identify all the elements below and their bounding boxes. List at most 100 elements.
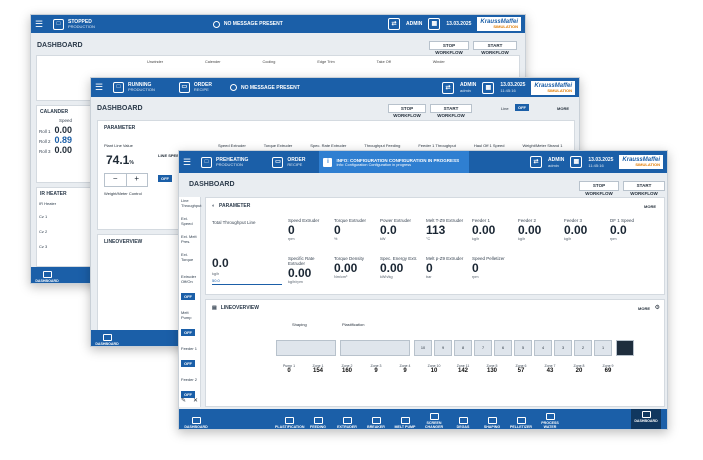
close-icon[interactable]: ✕ <box>193 397 198 404</box>
refresh-icon[interactable]: ⇄ <box>442 81 454 94</box>
kpi-tile[interactable]: Feeder 3 0.00 kg/h <box>564 218 608 252</box>
user-name[interactable]: ADMIN <box>406 21 422 27</box>
nav-dashboard-right[interactable]: DASHBOARD <box>631 409 661 429</box>
message-area[interactable]: NO MESSAGE PRESENT <box>229 84 300 91</box>
kpi-tile[interactable]: Torque Density 0.00 Nm/cm³ <box>334 256 378 290</box>
stop-workflow-button[interactable]: STOP WORKFLOW <box>429 41 469 55</box>
barrel-segment[interactable]: 2 <box>574 340 592 356</box>
kpi-tile[interactable]: Melt T-Z9 Extruder 113 °C <box>426 218 470 252</box>
barrel-segment[interactable]: 6 <box>494 340 512 356</box>
nav-item[interactable]: SHAPING <box>478 415 506 429</box>
sidebar-item[interactable]: Feeder 1 <box>179 345 200 352</box>
line-item-calender[interactable]: Calender <box>205 60 220 64</box>
info-banner[interactable]: i INFO: CONFIGURATION CONFIGURATION IN P… <box>319 151 470 173</box>
barrel-segment[interactable]: 5 <box>514 340 532 356</box>
nav-item[interactable]: SCREEN CHANGER <box>420 411 448 429</box>
machine-state[interactable]: □ STOPPED PRODUCTION <box>53 18 95 30</box>
kpi-tile[interactable]: DF 1 Speed 0.0 rpm <box>610 218 654 252</box>
start-workflow-button[interactable]: START WORKFLOW <box>430 104 472 118</box>
barrel-segment[interactable]: 4 <box>534 340 552 356</box>
decrease-button[interactable]: − <box>105 174 126 186</box>
kpi-tile[interactable]: Torque Extruder 0% <box>334 218 378 252</box>
nav-item[interactable]: DEGAS <box>449 415 477 429</box>
barrel-segment[interactable]: 3 <box>554 340 572 356</box>
zone-value[interactable]: Pump 10 <box>276 364 302 374</box>
zone-value[interactable]: Zone 39 <box>363 364 389 374</box>
zone-value[interactable]: Zone 10 10 <box>421 364 447 374</box>
zone-value[interactable]: Zone 49 <box>392 364 418 374</box>
nav-dashboard[interactable]: DASHBOARD <box>35 269 59 283</box>
kpi-tile[interactable]: Feeder 1 0.00 kg/h <box>472 218 516 252</box>
barrel-segment[interactable]: 9 <box>434 340 452 356</box>
nav-item[interactable]: PELLETIZER <box>507 415 535 429</box>
machine-state[interactable]: □ PREHEATING PRODUCTION <box>201 156 248 168</box>
nav-item[interactable]: PLASTIFICATION <box>275 415 304 429</box>
barrel-segment[interactable]: 10 <box>414 340 432 356</box>
nav-item[interactable]: MELT PUMP <box>391 415 419 429</box>
kpi-tile[interactable]: Power Extruder 0.0 kW <box>380 218 424 252</box>
barrel-segment[interactable]: 7 <box>474 340 492 356</box>
menu-icon[interactable]: ☰ <box>31 19 47 30</box>
more-link[interactable]: MORE <box>557 106 569 111</box>
nav-item[interactable]: BREAKER <box>362 415 390 429</box>
total-throughput-setpoint[interactable]: 50.0 <box>212 278 282 285</box>
line-item-edge-trim[interactable]: Edge Trim <box>317 60 334 64</box>
kpi-tile[interactable]: Speed Extruder 0 rpm <box>288 218 332 252</box>
barrel-segment[interactable]: 8 <box>454 340 472 356</box>
line-toggle[interactable]: OFF <box>515 104 529 111</box>
refresh-icon[interactable]: ⇄ <box>388 18 400 30</box>
zone-value[interactable]: Zone 11 142 <box>450 364 476 374</box>
kpi-tile[interactable]: Speed Pelletizer 0 rpm <box>472 256 516 290</box>
start-workflow-button[interactable]: START WORKFLOW <box>623 181 665 196</box>
increase-button[interactable]: + <box>125 174 148 186</box>
zone-value[interactable]: Zone 2 160 <box>334 364 360 374</box>
message-area[interactable]: NO MESSAGE PRESENT <box>212 20 283 28</box>
zone-value[interactable]: Zone 1 154 <box>305 364 331 374</box>
zone-value[interactable]: Zone 9 69 <box>595 364 621 374</box>
zone-value[interactable]: Zone 8 20 <box>566 364 592 374</box>
feeder1-toggle[interactable]: OFF <box>181 360 195 367</box>
extruder-toggle[interactable]: OFF <box>181 293 195 300</box>
nav-item[interactable]: FEEDING <box>304 415 332 429</box>
nav-dashboard[interactable]: DASHBOARD <box>183 415 209 429</box>
settings-icon[interactable]: ⚙ <box>655 304 660 311</box>
line-speed-toggle[interactable]: OFF <box>158 175 172 182</box>
line-item-winder[interactable]: Winder <box>433 60 445 64</box>
motor-unit[interactable] <box>616 340 634 356</box>
sidebar-item[interactable]: Feeder 2 <box>179 376 200 383</box>
sidebar-item[interactable]: Ext. Speed <box>179 215 200 227</box>
menu-icon[interactable]: ☰ <box>179 157 195 168</box>
plastification-unit[interactable] <box>340 340 410 356</box>
sidebar-item[interactable]: Ext. Torque <box>179 251 200 263</box>
edit-icon[interactable]: ✎ <box>181 397 186 404</box>
more-link[interactable]: MORE <box>644 204 656 209</box>
die-unit[interactable] <box>276 340 336 356</box>
line-item-unwinder[interactable]: Unwinder <box>147 60 163 64</box>
stop-workflow-button[interactable]: STOP WORKFLOW <box>579 181 619 196</box>
kpi-tile[interactable]: Melt p-Z9 Extruder 0 bar <box>426 256 470 290</box>
barrel-segment[interactable]: 1 <box>594 340 612 356</box>
sidebar-item[interactable]: Melt Pump <box>179 309 200 321</box>
machine-state[interactable]: □ RUNNING PRODUCTION <box>113 82 155 93</box>
menu-icon[interactable]: ☰ <box>91 82 107 93</box>
stop-workflow-button[interactable]: STOP WORKFLOW <box>388 104 426 118</box>
order-recipe[interactable]: ▭ ORDER RECIPE <box>272 156 305 168</box>
refresh-icon[interactable]: ⇄ <box>530 156 542 168</box>
kpi-tile[interactable]: Feeder 2 0.00 kg/h <box>518 218 562 252</box>
kpi-tile[interactable]: Spec. Energy Extr. 0.00 kWh/kg <box>380 256 424 290</box>
more-link[interactable]: MORE <box>638 306 650 311</box>
nav-item[interactable]: PROCESS WATER <box>536 411 564 429</box>
sidebar-item[interactable]: Line Throughput <box>179 197 201 209</box>
zone-value[interactable]: Zone 5 130 <box>479 364 505 374</box>
start-workflow-button[interactable]: START WORKFLOW <box>473 41 517 55</box>
zone-value[interactable]: Zone 6 57 <box>508 364 534 374</box>
order-recipe[interactable]: ▭ ORDER RECIPE <box>178 82 212 93</box>
sidebar-item[interactable]: Extruder Off/On <box>179 273 200 285</box>
kpi-tile[interactable]: Specific Rate Extruder 0.00 kg/h/rpm <box>288 256 332 290</box>
nav-item[interactable]: EXTRUDER <box>333 415 361 429</box>
sidebar-item[interactable]: Ext. Melt Pres. <box>179 233 200 245</box>
line-item-cooling[interactable]: Cooling <box>262 60 275 64</box>
line-item-take-off[interactable]: Take Off <box>377 60 391 64</box>
melt-pump-toggle[interactable]: OFF <box>181 329 195 336</box>
zone-value[interactable]: Zone 7 43 <box>537 364 563 374</box>
